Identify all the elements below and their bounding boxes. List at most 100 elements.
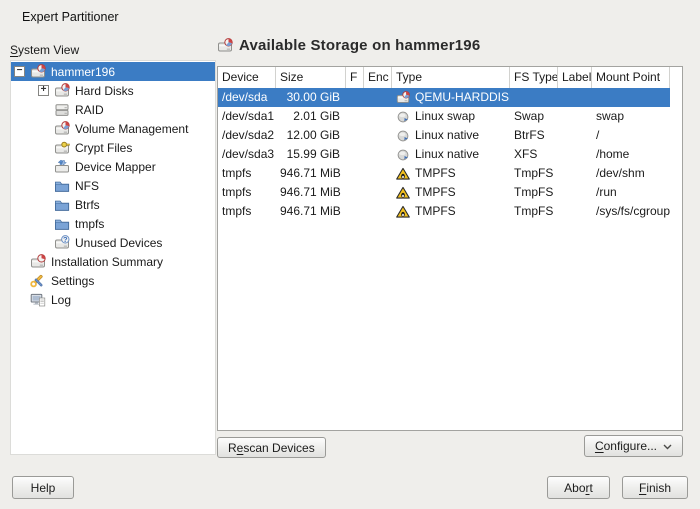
sidebar-item-crypt-files[interactable]: Crypt Files	[11, 138, 215, 157]
disk-partition-icon	[217, 38, 233, 54]
tmpfs-icon	[396, 167, 410, 181]
sidebar-item-volume-management[interactable]: Volume Management	[11, 119, 215, 138]
table-row-tmpfs-6[interactable]: tmpfs946.71 MiBTMPFSTmpFS/sys/fs/cgroup	[218, 202, 682, 221]
cell-filler	[670, 183, 682, 202]
cell-fs_type	[510, 88, 558, 107]
cell-size: 15.99 GiB	[276, 145, 346, 164]
disk-partition-icon	[54, 121, 70, 137]
table-row-dev-sda-0[interactable]: /dev/sda30.00 GiBQEMU-HARDDISK	[218, 88, 682, 107]
cell-label	[558, 145, 592, 164]
cell-filler	[670, 88, 682, 107]
cell-type: Linux native	[392, 126, 510, 145]
sidebar-item-label: NFS	[75, 179, 99, 193]
cell-f	[346, 107, 364, 126]
cell-mount: /run	[592, 183, 670, 202]
sidebar-item-label: hammer196	[51, 65, 115, 79]
cell-size: 946.71 MiB	[276, 164, 346, 183]
column-header-filler	[670, 67, 682, 88]
cell-type: TMPFS	[392, 183, 510, 202]
sidebar-item-installation-summary[interactable]: Installation Summary	[11, 252, 215, 271]
cell-enc	[364, 145, 392, 164]
cell-fs_type: TmpFS	[510, 183, 558, 202]
cell-f	[346, 202, 364, 221]
table-row-tmpfs-5[interactable]: tmpfs946.71 MiBTMPFSTmpFS/run	[218, 183, 682, 202]
sidebar-item-hammer196[interactable]: − hammer196	[11, 62, 215, 81]
table-row-dev-sda2-2[interactable]: /dev/sda212.00 GiBLinux nativeBtrFS/	[218, 126, 682, 145]
sidebar-item-raid[interactable]: RAID	[11, 100, 215, 119]
cell-f	[346, 145, 364, 164]
cell-size: 2.01 GiB	[276, 107, 346, 126]
cell-device: tmpfs	[218, 164, 276, 183]
table-body: /dev/sda30.00 GiBQEMU-HARDDISK/dev/sda12…	[218, 88, 682, 221]
configure-button[interactable]: Configure...	[584, 435, 683, 457]
sidebar-item-tmpfs[interactable]: tmpfs	[11, 214, 215, 233]
cell-f	[346, 183, 364, 202]
cell-enc	[364, 88, 392, 107]
cell-fs_type: Swap	[510, 107, 558, 126]
column-header-label[interactable]: Label	[558, 67, 592, 88]
sidebar-item-label: Installation Summary	[51, 255, 163, 269]
sidebar-item-nfs[interactable]: NFS	[11, 176, 215, 195]
folder-icon	[54, 197, 70, 213]
cell-type: TMPFS	[392, 164, 510, 183]
cell-mount	[592, 88, 670, 107]
table-row-dev-sda3-3[interactable]: /dev/sda315.99 GiBLinux nativeXFS/home	[218, 145, 682, 164]
type-label: TMPFS	[415, 183, 456, 202]
expander-plus-icon[interactable]: +	[38, 85, 49, 96]
column-header-size[interactable]: Size	[276, 67, 346, 88]
expander-minus-icon[interactable]: −	[14, 66, 25, 77]
sidebar-item-log[interactable]: Log	[11, 290, 215, 309]
disk-partition-icon	[396, 91, 410, 105]
finish-button[interactable]: Finish	[622, 476, 688, 499]
column-header-type[interactable]: Type	[392, 67, 510, 88]
cell-type: Linux swap	[392, 107, 510, 126]
sidebar-item-unused-devices[interactable]: ?Unused Devices	[11, 233, 215, 252]
cell-mount: swap	[592, 107, 670, 126]
cell-enc	[364, 107, 392, 126]
cell-filler	[670, 145, 682, 164]
folder-icon	[54, 216, 70, 232]
sidebar-item-label: tmpfs	[75, 217, 104, 231]
abort-button[interactable]: Abort	[547, 476, 610, 499]
type-label: QEMU-HARDDISK	[415, 88, 510, 107]
column-header-device[interactable]: Device	[218, 67, 276, 88]
column-header-enc[interactable]: Enc	[364, 67, 392, 88]
cell-f	[346, 126, 364, 145]
cell-filler	[670, 126, 682, 145]
cell-fs_type: XFS	[510, 145, 558, 164]
cell-enc	[364, 164, 392, 183]
sidebar-item-label: Unused Devices	[75, 236, 162, 250]
cell-label	[558, 126, 592, 145]
raid-icon	[54, 102, 70, 118]
cell-label	[558, 164, 592, 183]
cell-f	[346, 164, 364, 183]
sidebar-item-btrfs[interactable]: Btrfs	[11, 195, 215, 214]
cell-type: QEMU-HARDDISK	[392, 88, 510, 107]
available-storage-table: DeviceSizeFEncTypeFS TypeLabelMount Poin…	[217, 66, 683, 431]
cell-size: 30.00 GiB	[276, 88, 346, 107]
cell-filler	[670, 202, 682, 221]
sidebar-item-device-mapper[interactable]: Device Mapper	[11, 157, 215, 176]
column-header-fs-type[interactable]: FS Type	[510, 67, 558, 88]
table-row-dev-sda1-1[interactable]: /dev/sda12.01 GiBLinux swapSwapswap	[218, 107, 682, 126]
crypt-files-icon	[54, 140, 70, 156]
rescan-devices-button[interactable]: Rescan Devices	[217, 437, 326, 458]
cell-fs_type: TmpFS	[510, 164, 558, 183]
folder-icon	[54, 178, 70, 194]
help-button[interactable]: Help	[12, 476, 74, 499]
main-title-text: Available Storage on hammer196	[239, 37, 480, 54]
table-row-tmpfs-4[interactable]: tmpfs946.71 MiBTMPFSTmpFS/dev/shm	[218, 164, 682, 183]
cell-mount: /sys/fs/cgroup	[592, 202, 670, 221]
type-label: Linux native	[415, 145, 479, 164]
chevron-down-icon	[663, 439, 672, 453]
cell-device: tmpfs	[218, 183, 276, 202]
column-header-mount-point[interactable]: Mount Point	[592, 67, 670, 88]
sidebar-item-settings[interactable]: Settings	[11, 271, 215, 290]
settings-icon	[30, 273, 46, 289]
column-header-f[interactable]: F	[346, 67, 364, 88]
sidebar-item-hard-disks[interactable]: +Hard Disks	[11, 81, 215, 100]
cell-device: tmpfs	[218, 202, 276, 221]
page-title: Expert Partitioner	[22, 10, 119, 24]
sidebar-item-label: RAID	[75, 103, 104, 117]
linux-partition-icon	[396, 129, 410, 143]
